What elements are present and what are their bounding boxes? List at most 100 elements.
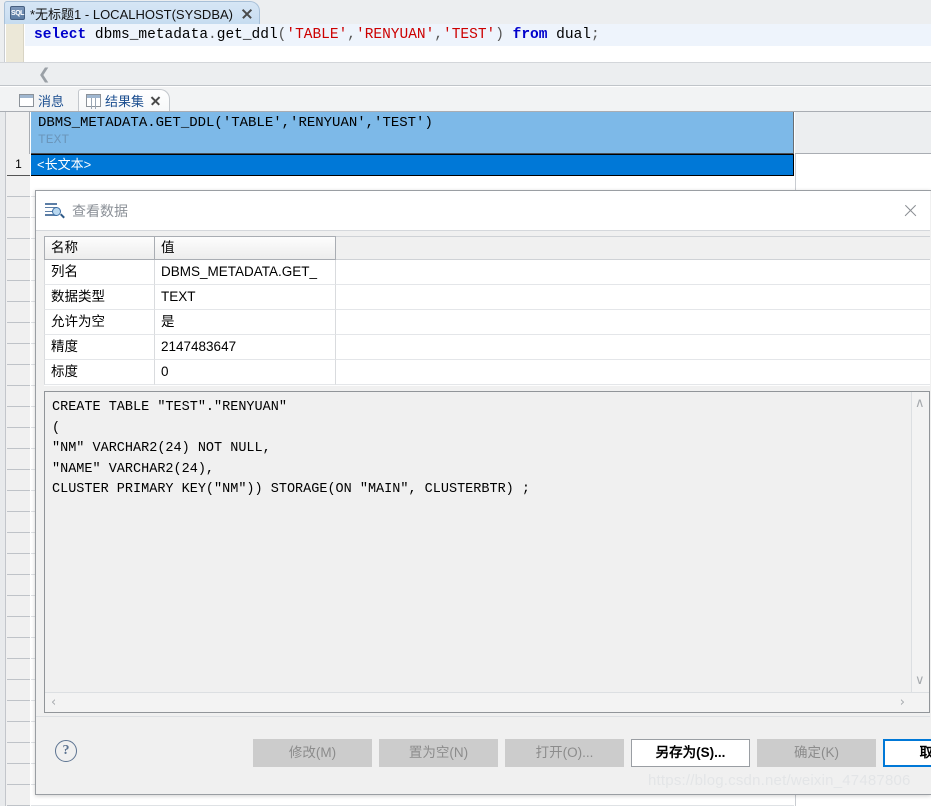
sql-token: get_ddl [216, 27, 278, 43]
grid-row-header[interactable] [7, 533, 30, 554]
window-tab-bar: SQL *无标题1 - LOCALHOST(SYSDBA) [0, 0, 931, 25]
message-icon [19, 93, 34, 107]
chevron-left-icon[interactable]: ❮ [38, 67, 51, 82]
sql-token: . [208, 27, 217, 43]
table-row[interactable]: 列名 DBMS_METADATA.GET_ [44, 260, 930, 285]
property-table: 名称 值 列名 DBMS_METADATA.GET_ 数据类型 TEXT 允许为… [44, 236, 930, 386]
editor-left-rule [0, 24, 5, 62]
chevron-right-icon[interactable]: › [900, 696, 905, 709]
result-tab-bar: 消息 结果集 [0, 87, 931, 111]
grid-row-header[interactable] [7, 743, 30, 764]
grid-row-header[interactable] [7, 596, 30, 617]
view-data-magnifier-icon [45, 202, 65, 219]
property-value: 是 [155, 310, 336, 335]
grid-row-header[interactable] [7, 323, 30, 344]
grid-row-header[interactable] [7, 785, 30, 806]
property-value: TEXT [155, 285, 336, 310]
help-icon[interactable]: ? [55, 740, 77, 762]
grid-left-edge [0, 112, 6, 806]
close-icon[interactable] [240, 7, 253, 20]
chevron-up-icon[interactable]: ∧ [915, 397, 925, 410]
editor-tab-label: *无标题1 - LOCALHOST(SYSDBA) [30, 6, 233, 22]
tab-messages[interactable]: 消息 [12, 89, 72, 111]
sql-token: dual [547, 27, 591, 43]
sql-token: 'TEST' [443, 27, 496, 43]
ddl-text-panel[interactable]: CREATE TABLE "TEST"."RENYUAN" ( "NM" VAR… [44, 391, 930, 713]
sql-token: dbms_metadata [86, 27, 209, 43]
close-icon[interactable] [150, 95, 162, 107]
sql-statement-line[interactable]: select dbms_metadata. get_ddl('TABLE', 'RE… [25, 24, 931, 46]
table-row[interactable]: 数据类型 TEXT [44, 285, 930, 310]
grid-row-header[interactable] [7, 176, 30, 197]
grid-row-header[interactable] [7, 281, 30, 302]
vertical-scrollbar[interactable]: ∧ ∨ [911, 392, 929, 692]
column-header-name[interactable]: 名称 [44, 236, 155, 260]
grid-row-number[interactable]: 1 [7, 154, 30, 176]
grid-column-name: DBMS_METADATA.GET_DDL('TABLE','RENYUAN',… [38, 115, 433, 131]
chevron-left-icon[interactable]: ‹ [51, 696, 56, 709]
grid-header-filler [795, 112, 931, 154]
grid-row-header[interactable] [7, 470, 30, 491]
editor-tab[interactable]: SQL *无标题1 - LOCALHOST(SYSDBA) [4, 1, 260, 24]
grid-row-header[interactable] [7, 449, 30, 470]
sql-file-icon: SQL [10, 6, 25, 20]
column-header-value[interactable]: 值 [155, 236, 336, 260]
save-as-button[interactable]: 另存为(S)... [631, 739, 750, 767]
chevron-down-icon[interactable]: ∨ [915, 674, 925, 687]
grid-row-header[interactable] [7, 638, 30, 659]
sql-editor[interactable]: select dbms_metadata. get_ddl('TABLE', 'RE… [0, 24, 931, 62]
grid-row-header[interactable] [7, 302, 30, 323]
property-name: 列名 [44, 260, 155, 285]
row-filler [336, 285, 930, 310]
tab-messages-label: 消息 [38, 93, 65, 109]
grid-row-header[interactable] [7, 239, 30, 260]
sql-token: 'RENYUAN' [356, 27, 435, 43]
dialog-title: 查看数据 [72, 202, 128, 219]
horizontal-scrollbar[interactable]: ‹ › [45, 692, 929, 712]
sql-token: 'TABLE' [286, 27, 348, 43]
grid-row-header[interactable] [7, 575, 30, 596]
editor-collapse-strip: ❮ [0, 62, 931, 86]
sql-token: , [347, 27, 356, 43]
table-row[interactable]: 允许为空 是 [44, 310, 930, 335]
property-name: 允许为空 [44, 310, 155, 335]
tab-result-set[interactable]: 结果集 [78, 89, 171, 111]
property-name: 精度 [44, 335, 155, 360]
grid-row-header[interactable] [7, 386, 30, 407]
grid-row-header[interactable] [7, 344, 30, 365]
column-header-filler [336, 236, 930, 260]
table-row[interactable]: 精度 2147483647 [44, 335, 930, 360]
cancel-button[interactable]: 取消(C) [883, 739, 931, 767]
set-null-button[interactable]: 置为空(N) [379, 739, 498, 767]
grid-row-header[interactable] [7, 428, 30, 449]
ddl-text-content[interactable]: CREATE TABLE "TEST"."RENYUAN" ( "NM" VAR… [45, 392, 911, 692]
grid-row-header[interactable] [7, 260, 30, 281]
editor-gutter [6, 24, 24, 62]
grid-row-header[interactable] [7, 197, 30, 218]
grid-row-header[interactable] [7, 491, 30, 512]
property-table-header: 名称 值 [44, 236, 930, 260]
open-button[interactable]: 打开(O)... [505, 739, 624, 767]
property-value: DBMS_METADATA.GET_ [155, 260, 336, 285]
grid-row-header[interactable] [7, 365, 30, 386]
dialog-title-bar: 查看数据 [36, 191, 930, 231]
tab-result-set-label: 结果集 [105, 94, 145, 109]
grid-row-header[interactable] [7, 680, 30, 701]
modify-button[interactable]: 修改(M) [253, 739, 372, 767]
grid-row-header[interactable] [7, 407, 30, 428]
grid-row-header[interactable] [7, 701, 30, 722]
grid-row-header[interactable] [7, 617, 30, 638]
grid-row-header[interactable] [7, 512, 30, 533]
grid-column-header[interactable]: DBMS_METADATA.GET_DDL('TABLE','RENYUAN',… [31, 112, 794, 154]
grid-row-header[interactable] [7, 764, 30, 785]
row-filler [336, 310, 930, 335]
close-icon[interactable] [903, 203, 918, 218]
grid-row-header[interactable] [7, 218, 30, 239]
grid-row-header[interactable] [7, 659, 30, 680]
ok-button[interactable]: 确定(K) [757, 739, 876, 767]
grid-row-header[interactable] [7, 722, 30, 743]
grid-row-header[interactable] [7, 554, 30, 575]
grid-cell-long-text[interactable]: <长文本> [31, 154, 794, 176]
table-row[interactable]: 标度 0 [44, 360, 930, 385]
